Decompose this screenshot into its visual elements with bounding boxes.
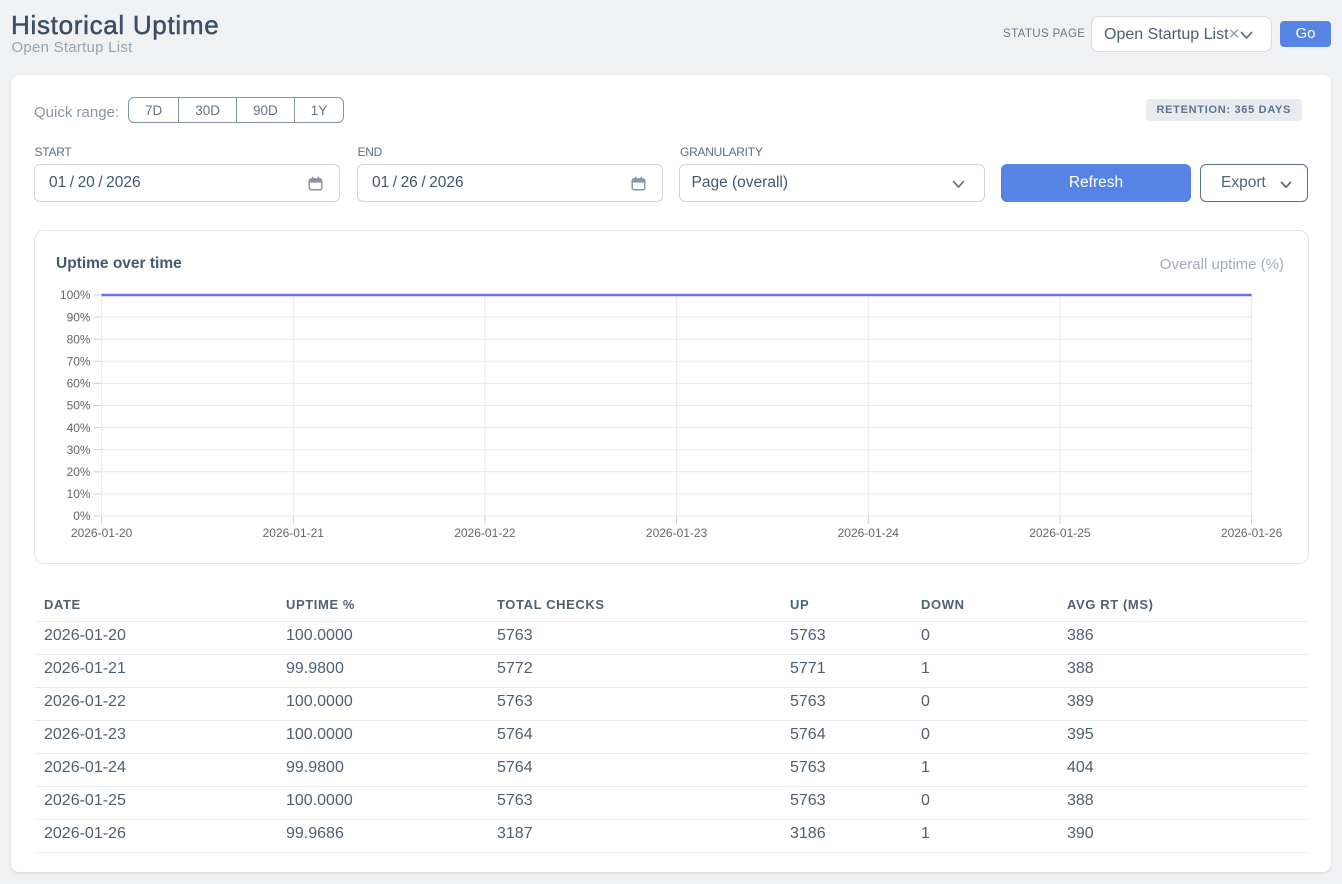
- svg-text:0%: 0%: [73, 509, 91, 523]
- svg-text:2026-01-25: 2026-01-25: [1029, 526, 1091, 540]
- svg-text:2026-01-24: 2026-01-24: [838, 526, 900, 540]
- svg-text:100%: 100%: [60, 288, 91, 302]
- svg-text:50%: 50%: [67, 399, 91, 413]
- svg-text:60%: 60%: [67, 377, 91, 391]
- svg-text:2026-01-26: 2026-01-26: [1221, 526, 1283, 540]
- svg-text:80%: 80%: [67, 332, 91, 346]
- svg-text:20%: 20%: [67, 465, 91, 479]
- svg-text:2026-01-20: 2026-01-20: [71, 526, 133, 540]
- svg-text:40%: 40%: [67, 421, 91, 435]
- svg-text:2026-01-23: 2026-01-23: [646, 526, 708, 540]
- svg-text:30%: 30%: [67, 443, 91, 457]
- svg-text:2026-01-21: 2026-01-21: [263, 526, 325, 540]
- svg-text:2026-01-22: 2026-01-22: [454, 526, 516, 540]
- svg-text:90%: 90%: [67, 310, 91, 324]
- svg-text:70%: 70%: [67, 355, 91, 369]
- svg-text:10%: 10%: [67, 487, 91, 501]
